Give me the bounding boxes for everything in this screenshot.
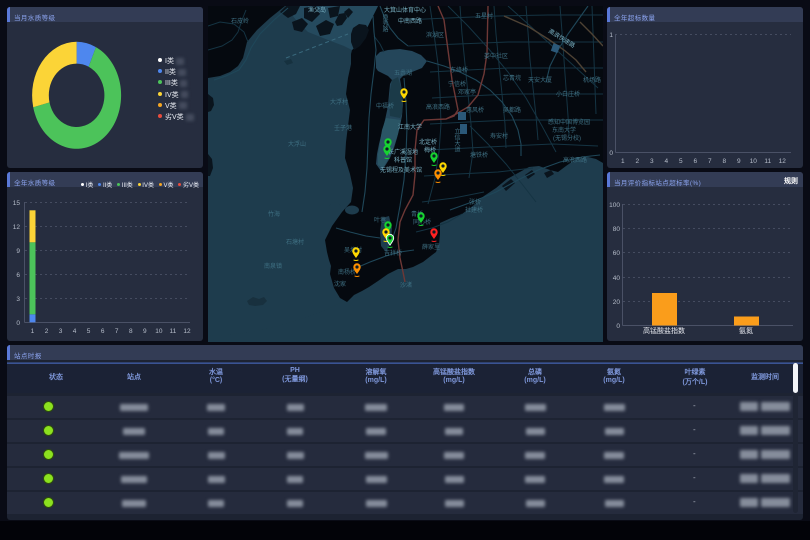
svg-text:薛家里: 薛家里 [422, 243, 440, 251]
svg-text:高锰酸盐指数: 高锰酸盐指数 [643, 326, 685, 335]
svg-text:1: 1 [609, 32, 613, 39]
svg-text:0: 0 [16, 320, 20, 327]
svg-text:机场路: 机场路 [583, 76, 601, 84]
svg-text:15: 15 [13, 200, 21, 207]
svg-text:竹海: 竹海 [268, 210, 280, 218]
svg-text:8: 8 [129, 328, 133, 335]
svg-text:江南大学: 江南大学 [398, 123, 422, 131]
svg-text:6: 6 [693, 158, 697, 165]
svg-text:邓家亭: 邓家亭 [458, 88, 476, 96]
svg-text:0: 0 [616, 323, 620, 330]
svg-text:10: 10 [750, 158, 758, 165]
svg-text:6: 6 [101, 328, 105, 335]
svg-text:0: 0 [609, 150, 613, 157]
svg-text:寿安村: 寿安村 [490, 132, 508, 140]
svg-text:无锡程及美术馆: 无锡程及美术馆 [380, 166, 422, 174]
svg-text:4: 4 [664, 158, 668, 165]
svg-text:宁信桥: 宁信桥 [448, 80, 466, 88]
svg-text:五蠡湖: 五蠡湖 [394, 69, 412, 77]
svg-text:20: 20 [613, 299, 621, 306]
svg-text:小白庄桥: 小白庄桥 [556, 90, 580, 98]
svg-text:吴都路: 吴都路 [503, 106, 521, 114]
svg-text:惠风桥: 惠风桥 [466, 106, 484, 114]
svg-text:7: 7 [115, 328, 119, 335]
svg-text:长广溪湿地: 长广溪湿地 [388, 148, 418, 156]
svg-text:7: 7 [708, 158, 712, 165]
svg-text:壬子港: 壬子港 [334, 124, 352, 132]
svg-text:100: 100 [609, 202, 620, 209]
svg-text:科普馆: 科普馆 [394, 156, 412, 164]
svg-text:南泉镇: 南泉镇 [264, 262, 282, 270]
svg-text:五星村: 五星村 [475, 12, 493, 20]
svg-text:3: 3 [16, 296, 20, 303]
svg-text:大浮村: 大浮村 [330, 98, 348, 106]
svg-text:10: 10 [155, 328, 163, 335]
svg-text:张桥: 张桥 [469, 198, 481, 206]
svg-text:社建桥: 社建桥 [465, 206, 483, 214]
svg-text:6: 6 [16, 272, 20, 279]
svg-text:立信大道: 立信大道 [453, 127, 460, 153]
svg-text:8: 8 [722, 158, 726, 165]
svg-text:天安大厦: 天安大厦 [528, 76, 552, 84]
svg-text:大箕山体育中心: 大箕山体育中心 [384, 6, 426, 14]
svg-text:11: 11 [170, 328, 177, 335]
svg-text:40: 40 [613, 275, 621, 282]
svg-text:3: 3 [59, 328, 63, 335]
svg-text:高浪西路: 高浪西路 [426, 103, 450, 111]
svg-text:吉祥桥: 吉祥桥 [384, 249, 402, 257]
svg-text:石塘村: 石塘村 [286, 238, 304, 246]
svg-text:沈家: 沈家 [334, 280, 346, 288]
svg-text:沙渚: 沙渚 [400, 281, 412, 289]
svg-text:9: 9 [16, 248, 20, 255]
svg-text:芯青垸: 芯青垸 [503, 74, 521, 82]
svg-text:感知中国博览园: 感知中国博览园 [548, 118, 590, 126]
svg-text:中福桥: 中福桥 [376, 102, 394, 110]
svg-text:大浮山: 大浮山 [288, 140, 306, 148]
svg-text:高浪西路: 高浪西路 [563, 156, 587, 164]
svg-text:5: 5 [87, 328, 91, 335]
svg-text:滨湖区: 滨湖区 [426, 31, 444, 39]
svg-text:80: 80 [613, 226, 621, 233]
svg-text:9: 9 [737, 158, 741, 165]
svg-text:3: 3 [650, 158, 654, 165]
svg-text:2: 2 [635, 158, 639, 165]
svg-text:渔父岛: 渔父岛 [308, 6, 326, 14]
svg-text:12: 12 [779, 158, 787, 165]
svg-text:9: 9 [143, 328, 147, 335]
svg-text:中南西路: 中南西路 [398, 17, 422, 25]
svg-text:4: 4 [73, 328, 77, 335]
svg-text:氨氮: 氨氮 [739, 326, 753, 335]
svg-text:1: 1 [31, 328, 35, 335]
svg-text:隐秀路: 隐秀路 [381, 13, 388, 33]
svg-text:叶巷: 叶巷 [374, 216, 386, 224]
svg-text:娄中社区: 娄中社区 [484, 52, 508, 60]
svg-text:11: 11 [764, 158, 771, 165]
svg-text:1: 1 [621, 158, 625, 165]
svg-text:2: 2 [45, 328, 49, 335]
svg-text:12: 12 [13, 224, 21, 231]
svg-text:石皮岭: 石皮岭 [231, 17, 249, 25]
svg-text:南杨桥: 南杨桥 [338, 268, 356, 276]
svg-text:塘铁桥: 塘铁桥 [470, 151, 488, 159]
svg-text:12: 12 [183, 328, 191, 335]
svg-text:东绛桥: 东绛桥 [450, 66, 468, 74]
svg-text:北定桥: 北定桥 [419, 138, 437, 146]
svg-text:(无锡分校): (无锡分校) [553, 134, 581, 142]
svg-text:60: 60 [613, 250, 621, 257]
svg-text:东南大学: 东南大学 [552, 126, 576, 134]
svg-text:5: 5 [679, 158, 683, 165]
